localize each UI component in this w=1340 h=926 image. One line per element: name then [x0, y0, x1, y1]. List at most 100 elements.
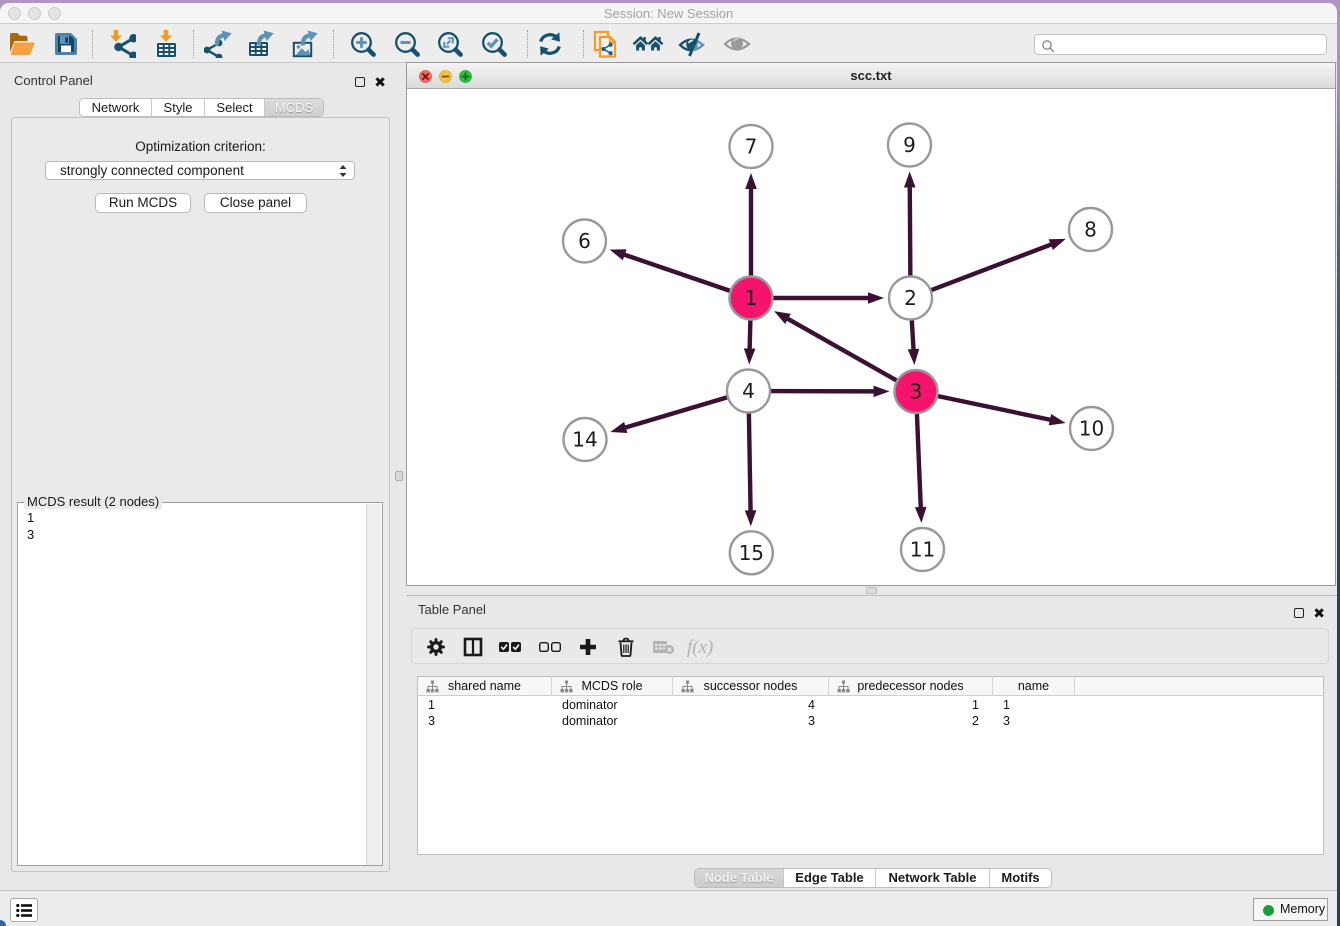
graph-arrowhead [744, 348, 756, 364]
result-scrollbar[interactable] [366, 504, 381, 865]
search-box[interactable] [1034, 34, 1327, 55]
import-network-button[interactable] [104, 24, 140, 63]
tab-style[interactable]: Style [152, 99, 205, 116]
table-row[interactable]: 3dominator323 [418, 713, 1323, 729]
tab-node-table[interactable]: Node Table [695, 869, 784, 887]
table-toolbar: f(x) [411, 628, 1329, 664]
zoom-out-button[interactable] [389, 24, 425, 63]
table-cell: 3 [418, 713, 552, 729]
delete-table-button [649, 632, 679, 662]
optimization-criterion-label: Optimization criterion: [12, 139, 389, 154]
run-mcds-button[interactable]: Run MCDS [95, 193, 191, 213]
table-panel: Table Panel ✖ f(x) shared nameMCDS roles… [406, 595, 1337, 890]
show-all-icon [724, 34, 751, 53]
close-panel-button[interactable]: Close panel [204, 193, 307, 213]
tab-mcds[interactable]: MCDS [265, 99, 323, 116]
graph-node-label: 6 [578, 229, 591, 253]
graph-node-label: 14 [572, 428, 597, 452]
chevron-updown-icon [337, 163, 349, 179]
tab-network-table[interactable]: Network Table [876, 869, 990, 887]
memory-status-dot [1263, 905, 1274, 916]
select-all-button[interactable] [496, 632, 526, 662]
delete-column-button[interactable] [611, 632, 641, 662]
zoom-selected-icon [481, 31, 507, 57]
deselect-all-button[interactable] [536, 632, 566, 662]
export-image-icon [291, 30, 319, 58]
dropdown-value: strongly connected component [60, 162, 244, 180]
network-canvas[interactable]: 1234678910111415 [407, 90, 1335, 585]
tab-network[interactable]: Network [80, 99, 152, 116]
graph-node-label: 7 [745, 135, 758, 159]
export-table-button[interactable] [243, 24, 279, 63]
close-panel-icon[interactable]: ✖ [1313, 608, 1325, 618]
import-network-icon [108, 30, 136, 58]
column-settings-button[interactable] [421, 632, 451, 662]
mcds-result-box: 1 3 MCDS result (2 nodes) [17, 502, 383, 866]
vertical-split-divider[interactable] [393, 64, 406, 890]
column-header-predecessor-nodes[interactable]: predecessor nodes [829, 677, 993, 696]
column-header-successor-nodes[interactable]: successor nodes [673, 677, 829, 696]
tab-edge-table[interactable]: Edge Table [784, 869, 876, 887]
close-panel-icon[interactable]: ✖ [374, 77, 386, 87]
table-header: shared nameMCDS rolesuccessor nodesprede… [418, 677, 1323, 696]
toolbar-separator [583, 30, 584, 58]
tab-motifs[interactable]: Motifs [990, 869, 1051, 887]
svg-text:f(x): f(x) [687, 637, 713, 658]
table-cell: dominator [552, 713, 673, 729]
refresh-layout-icon [537, 31, 564, 57]
export-network-button[interactable] [200, 24, 236, 63]
toolbar-separator [193, 30, 194, 58]
search-input[interactable] [1059, 36, 1319, 54]
show-all-button[interactable] [719, 24, 755, 63]
save-session-button[interactable] [48, 24, 84, 63]
table-cell: 4 [673, 697, 829, 713]
delete-table-icon [653, 639, 675, 655]
float-panel-icon[interactable] [355, 77, 365, 87]
network-window: scc.txt 1234678910111415 [406, 62, 1336, 586]
mcds-panel: Optimization criterion: strongly connect… [11, 117, 390, 872]
graph-arrowhead [904, 171, 916, 187]
mcds-result-text: 1 3 [27, 509, 34, 543]
control-panel: Control Panel ✖ NetworkStyleSelectMCDS O… [0, 64, 393, 890]
hide-selected-button[interactable] [674, 24, 710, 63]
divider-handle[interactable] [395, 471, 403, 481]
export-image-button[interactable] [287, 24, 323, 63]
import-table-button[interactable] [148, 24, 184, 63]
graph-edge-2-8[interactable] [911, 244, 1053, 298]
divider-handle[interactable] [866, 587, 877, 594]
task-history-button[interactable] [10, 898, 38, 922]
table-row[interactable]: 1dominator411 [418, 697, 1323, 713]
tab-select[interactable]: Select [205, 99, 265, 116]
clone-network-icon [592, 30, 618, 58]
node-table: shared nameMCDS rolesuccessor nodesprede… [417, 676, 1324, 855]
split-view-button[interactable] [458, 632, 488, 662]
add-column-button[interactable] [573, 632, 603, 662]
first-neighbors-button[interactable] [630, 24, 666, 63]
control-panel-tabs: NetworkStyleSelectMCDS [79, 98, 324, 117]
column-header-name[interactable]: name [993, 677, 1075, 696]
table-cell: 3 [993, 713, 1075, 729]
column-header-shared-name[interactable]: shared name [418, 677, 552, 696]
memory-button[interactable]: Memory [1253, 898, 1328, 921]
refresh-layout-button[interactable] [532, 24, 568, 63]
column-header-MCDS-role[interactable]: MCDS role [552, 677, 673, 696]
graph-node-label: 11 [910, 538, 935, 562]
export-network-icon [204, 30, 232, 58]
app-window: Session: New Session Control Panel ✖ Net… [0, 3, 1337, 926]
network-window-titlebar[interactable]: scc.txt [407, 63, 1335, 89]
clone-network-button[interactable] [587, 24, 623, 63]
column-label: successor nodes [673, 677, 828, 696]
optimization-criterion-select[interactable]: strongly connected component [45, 161, 355, 180]
open-session-icon [8, 31, 36, 57]
graph-node-label: 10 [1079, 417, 1104, 441]
graph-arrowhead [774, 311, 791, 324]
zoom-selected-button[interactable] [476, 24, 512, 63]
mcds-result-area[interactable]: 1 3 [17, 502, 383, 866]
zoom-fit-button[interactable] [432, 24, 468, 63]
zoom-in-button[interactable] [345, 24, 381, 63]
toolbar-separator [92, 30, 93, 58]
mcds-result-title: MCDS result (2 nodes) [24, 494, 162, 509]
float-panel-icon[interactable] [1294, 608, 1304, 618]
open-session-button[interactable] [4, 24, 40, 63]
graph-node-label: 9 [903, 133, 916, 157]
